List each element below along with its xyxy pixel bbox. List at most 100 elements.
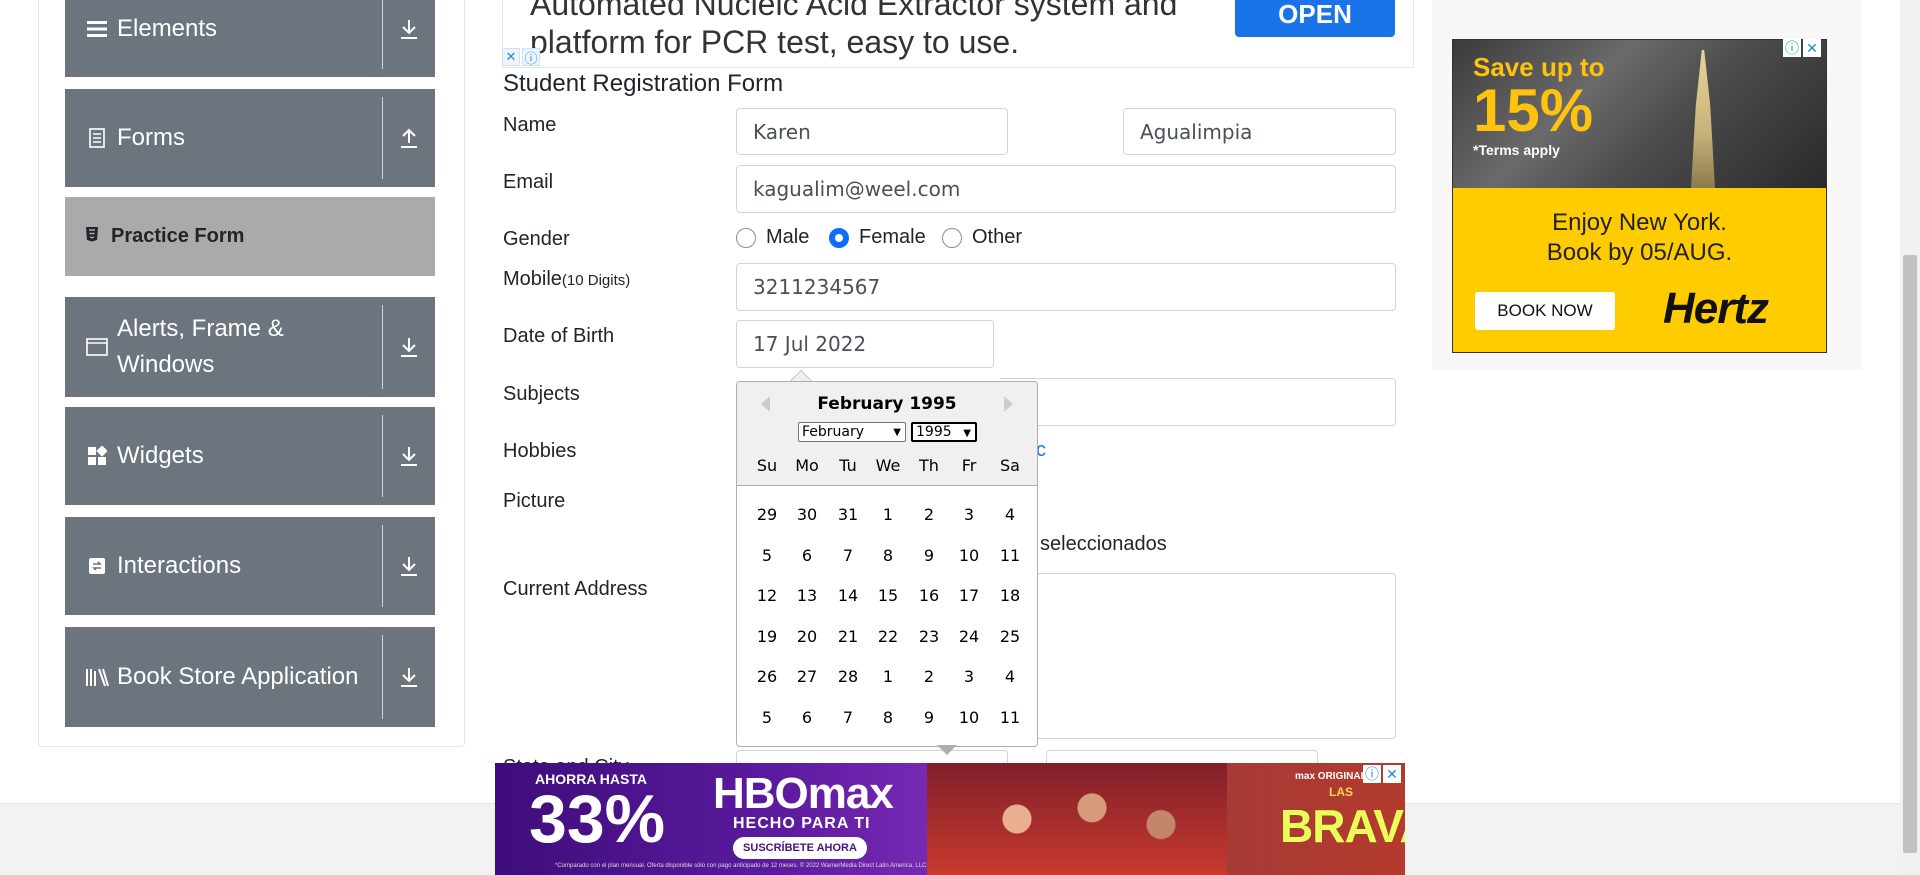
gender-radio-female[interactable]: Female (829, 226, 926, 249)
ad-message-line: Book by 05/AUG. (1546, 239, 1733, 266)
calendar-day[interactable]: 18 (990, 579, 1030, 613)
gender-radio-other[interactable]: Other (942, 226, 1022, 249)
close-icon[interactable]: ✕ (502, 48, 520, 66)
ad-percent: 33% (529, 781, 666, 857)
calendar-day[interactable]: 16 (909, 579, 949, 613)
subscribe-button[interactable]: SUSCRÍBETE AHORA (733, 837, 867, 859)
scrollbar[interactable] (1900, 0, 1920, 875)
gender-radio-male[interactable]: Male (736, 226, 809, 249)
top-banner-ad[interactable]: Automated Nucleic Acid Extractor system … (502, 0, 1414, 68)
calendar-day[interactable]: 31 (828, 498, 868, 532)
info-icon[interactable]: ⓘ (1783, 39, 1801, 57)
download-arrow-icon[interactable] (383, 0, 435, 77)
close-icon[interactable]: ✕ (1383, 765, 1401, 783)
calendar-day[interactable]: 27 (787, 660, 827, 694)
calendar-day[interactable]: 1 (868, 660, 908, 694)
calendar-day[interactable]: 28 (828, 660, 868, 694)
file-status-text: seleccionados (1040, 533, 1167, 555)
calendar-day[interactable]: 14 (828, 579, 868, 613)
calendar-day[interactable]: 9 (909, 539, 949, 573)
calendar-day[interactable]: 5 (747, 539, 787, 573)
last-name-input[interactable]: Agualimpia (1123, 108, 1396, 155)
adchoices[interactable]: ✕ ⓘ (502, 48, 542, 66)
calendar-day[interactable]: 30 (787, 498, 827, 532)
close-icon[interactable]: ✕ (1803, 39, 1821, 57)
sidebar-group-book-store[interactable]: Book Store Application (65, 627, 435, 727)
sidebar-group-elements[interactable]: Elements (65, 0, 435, 77)
calendar-day[interactable]: 4 (990, 498, 1030, 532)
weekday-label: Sa (1000, 456, 1020, 475)
calendar-day[interactable]: 17 (949, 579, 989, 613)
page-root: Elements Forms Practice Form Alerts, Fra… (0, 0, 1920, 875)
download-arrow-icon[interactable] (383, 297, 435, 397)
max-original-badge: max ORIGINAL (1295, 771, 1367, 782)
radio-button-selected[interactable] (829, 227, 849, 248)
calendar-day[interactable]: 15 (868, 579, 908, 613)
scrollbar-thumb[interactable] (1903, 255, 1917, 853)
calendar-day[interactable]: 10 (949, 701, 989, 735)
calendar-day[interactable]: 23 (909, 620, 949, 654)
ad-title: BRAVAS (1280, 800, 1405, 852)
calendar-day[interactable]: 21 (828, 620, 868, 654)
calendar-day[interactable]: 12 (747, 579, 787, 613)
weekday-label: Fr (961, 456, 977, 475)
radio-label: Male (766, 226, 810, 248)
calendar-day[interactable]: 11 (990, 701, 1030, 735)
book-now-button[interactable]: BOOK NOW (1475, 292, 1615, 330)
upload-arrow-icon[interactable] (383, 89, 435, 187)
weekday-label: Su (756, 456, 778, 475)
calendar-day[interactable]: 2 (909, 660, 949, 694)
calendar-day[interactable]: 24 (949, 620, 989, 654)
info-icon[interactable]: ⓘ (1363, 765, 1381, 783)
sidebar-item-practice-form[interactable]: Practice Form (65, 197, 435, 276)
hobbies-label: Hobbies (503, 440, 577, 462)
mobile-label: Mobile(10 Digits) (503, 266, 630, 294)
hertz-ad[interactable]: Save up to 15% *Terms apply Enjoy New Yo… (1452, 39, 1827, 353)
ad-open-button[interactable]: OPEN (1235, 0, 1395, 37)
sidebar-group-forms[interactable]: Forms (65, 89, 435, 187)
calendar-day[interactable]: 22 (868, 620, 908, 654)
sidebar-group-widgets[interactable]: Widgets (65, 407, 435, 505)
calendar-day[interactable]: 19 (747, 620, 787, 654)
calendar-day[interactable]: 6 (787, 701, 827, 735)
download-arrow-icon[interactable] (383, 627, 435, 727)
download-arrow-icon[interactable] (383, 407, 435, 505)
download-arrow-icon[interactable] (383, 517, 435, 615)
current-address-label: Current Address (503, 578, 648, 600)
hbomax-ad[interactable]: AHORRA HASTA 33% HBOmax HECHO PARA TI SU… (495, 763, 1405, 875)
first-name-input[interactable]: Karen (736, 108, 1008, 155)
calendar-day[interactable]: 2 (909, 498, 949, 532)
calendar-day[interactable]: 29 (747, 498, 787, 532)
calendar-day[interactable]: 1 (868, 498, 908, 532)
calendar-day[interactable]: 9 (909, 701, 949, 735)
calendar-day[interactable]: 11 (990, 539, 1030, 573)
subjects-input[interactable] (1000, 378, 1396, 426)
calendar-day[interactable]: 3 (949, 660, 989, 694)
radio-button[interactable] (736, 227, 756, 248)
sidebar-group-interactions[interactable]: Interactions (65, 517, 435, 615)
sidebar-group-alerts[interactable]: Alerts, Frame & Windows (65, 297, 435, 397)
info-icon[interactable]: ⓘ (522, 48, 540, 66)
calendar-day[interactable]: 6 (787, 539, 827, 573)
calendar-day[interactable]: 26 (747, 660, 787, 694)
calendar-day[interactable]: 25 (990, 620, 1030, 654)
calendar-day[interactable]: 13 (787, 579, 827, 613)
calendar-day[interactable]: 3 (949, 498, 989, 532)
current-address-textarea[interactable] (1000, 573, 1396, 739)
year-select[interactable]: 1995 ▼ (911, 422, 977, 442)
mobile-field[interactable]: 3211234567 (736, 263, 1396, 311)
calendar-day[interactable]: 5 (747, 701, 787, 735)
month-select[interactable]: February ▼ (798, 422, 906, 442)
calendar-day[interactable]: 20 (787, 620, 827, 654)
calendar-day[interactable]: 8 (868, 701, 908, 735)
date-of-birth-input[interactable]: 17 Jul 2022 (736, 320, 994, 368)
radio-button[interactable] (942, 227, 962, 248)
calendar-day[interactable]: 7 (828, 701, 868, 735)
hbomax-logo: HBOmax (713, 769, 894, 818)
calendar-day[interactable]: 8 (868, 539, 908, 573)
email-field[interactable]: kagualim@weel.com (736, 165, 1396, 213)
calendar-day[interactable]: 4 (990, 660, 1030, 694)
calendar-day[interactable]: 10 (949, 539, 989, 573)
year-select-value: 1995 (916, 424, 952, 440)
calendar-day[interactable]: 7 (828, 539, 868, 573)
